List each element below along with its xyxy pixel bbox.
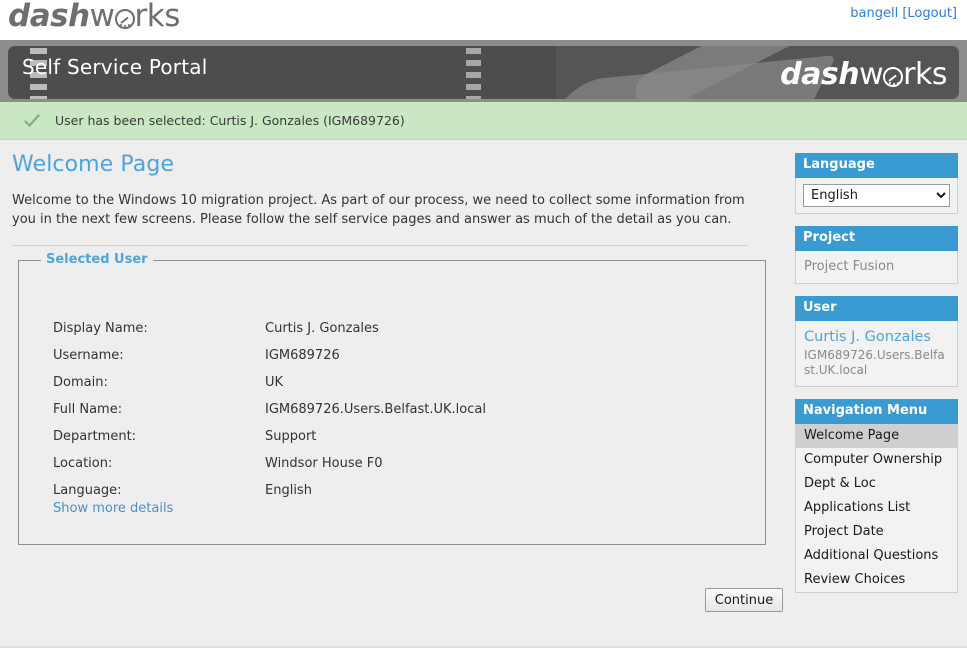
language-panel-header: Language xyxy=(795,153,958,178)
field-value: UK xyxy=(265,375,284,390)
notification-message: User has been selected: Curtis J. Gonzal… xyxy=(55,113,405,128)
nav-item-welcome-page[interactable]: Welcome Page xyxy=(796,424,957,448)
navigation-panel: Navigation Menu Welcome Page Computer Ow… xyxy=(795,399,958,593)
project-name: Project Fusion xyxy=(804,259,895,274)
right-sidebar: Language English Project Project Fusion … xyxy=(795,153,958,605)
project-panel-header: Project xyxy=(795,226,958,251)
banner-title: Self Service Portal xyxy=(22,55,208,79)
page-body: Welcome Page Welcome to the Windows 10 m… xyxy=(0,140,967,648)
banner-logo-text-w: w xyxy=(859,57,884,92)
project-panel-body: Project Fusion xyxy=(795,251,958,284)
banner-inner: Self Service Portal dashw rks xyxy=(8,46,959,99)
banner-logo-text-rks: rks xyxy=(903,57,947,92)
project-panel: Project Project Fusion xyxy=(795,226,958,284)
check-icon xyxy=(24,114,40,128)
section-divider xyxy=(12,245,748,246)
intro-paragraph: Welcome to the Windows 10 migration proj… xyxy=(12,193,745,227)
field-label: Language: xyxy=(53,483,122,498)
app-banner: Self Service Portal dashw rks xyxy=(0,40,967,102)
nav-item-computer-ownership[interactable]: Computer Ownership xyxy=(796,448,957,472)
field-value: Curtis J. Gonzales xyxy=(265,321,379,336)
main-content: Welcome Page Welcome to the Windows 10 m… xyxy=(12,140,783,612)
selected-user-panel: Selected User Display Name: Curtis J. Go… xyxy=(18,252,766,545)
navigation-menu: Welcome Page Computer Ownership Dept & L… xyxy=(795,424,958,593)
road-dash-mark xyxy=(466,84,481,90)
nav-item-additional-questions[interactable]: Additional Questions xyxy=(796,544,957,568)
road-dash-mark xyxy=(30,96,47,99)
logout-link[interactable]: [Logout] xyxy=(902,6,957,21)
language-panel-body: English xyxy=(795,178,958,214)
user-panel-header: User xyxy=(795,296,958,321)
selected-user-legend: Selected User xyxy=(41,252,153,267)
banner-logo-text-bold: dash xyxy=(780,57,860,92)
road-dash-mark xyxy=(30,84,47,90)
dashworks-logo: dashw rks xyxy=(8,0,180,36)
nav-item-applications-list[interactable]: Applications List xyxy=(796,496,957,520)
field-value: IGM689726 xyxy=(265,348,340,363)
user-display-name: Curtis J. Gonzales xyxy=(804,329,931,345)
logo-text-w: w xyxy=(89,0,115,34)
nav-item-project-date[interactable]: Project Date xyxy=(796,520,957,544)
username-link[interactable]: bangell xyxy=(850,6,898,21)
field-label: Department: xyxy=(53,429,137,444)
field-label: Location: xyxy=(53,456,113,471)
user-session-bar: bangell [Logout] xyxy=(850,6,957,21)
speedometer-icon xyxy=(883,67,904,87)
field-label: Full Name: xyxy=(53,402,123,417)
field-value: Windsor House F0 xyxy=(265,456,383,471)
logo-text-rks: rks xyxy=(134,0,181,34)
road-dash-mark xyxy=(466,48,481,54)
nav-item-review-choices[interactable]: Review Choices xyxy=(796,568,957,592)
page-title: Welcome Page xyxy=(12,152,175,177)
field-value: English xyxy=(265,483,312,498)
field-value: Support xyxy=(265,429,317,444)
status-notification: User has been selected: Curtis J. Gonzal… xyxy=(0,102,967,140)
speedometer-icon xyxy=(114,9,135,29)
language-panel: Language English xyxy=(795,153,958,214)
user-distinguished-name: IGM689726.Users.Belfast.UK.local xyxy=(804,348,945,377)
road-dash-mark xyxy=(466,72,481,78)
field-label: Domain: xyxy=(53,375,108,390)
continue-button[interactable]: Continue xyxy=(705,588,783,612)
nav-item-dept-and-loc[interactable]: Dept & Loc xyxy=(796,472,957,496)
field-label: Display Name: xyxy=(53,321,148,336)
user-panel-body: Curtis J. Gonzales IGM689726.Users.Belfa… xyxy=(795,321,958,387)
language-select[interactable]: English xyxy=(803,184,950,207)
top-brand-bar: dashw rks bangell [Logout] xyxy=(0,0,967,40)
road-dash-mark xyxy=(466,60,481,66)
banner-dashworks-logo: dashw rks xyxy=(780,57,947,93)
navigation-panel-header: Navigation Menu xyxy=(795,399,958,424)
logo-text-bold: dash xyxy=(8,0,90,34)
field-value: IGM689726.Users.Belfast.UK.local xyxy=(265,402,486,417)
road-dash-mark xyxy=(466,96,481,99)
user-panel: User Curtis J. Gonzales IGM689726.Users.… xyxy=(795,296,958,387)
show-more-details-link[interactable]: Show more details xyxy=(53,501,173,516)
road-dash-mark xyxy=(30,48,47,54)
field-label: Username: xyxy=(53,348,124,363)
